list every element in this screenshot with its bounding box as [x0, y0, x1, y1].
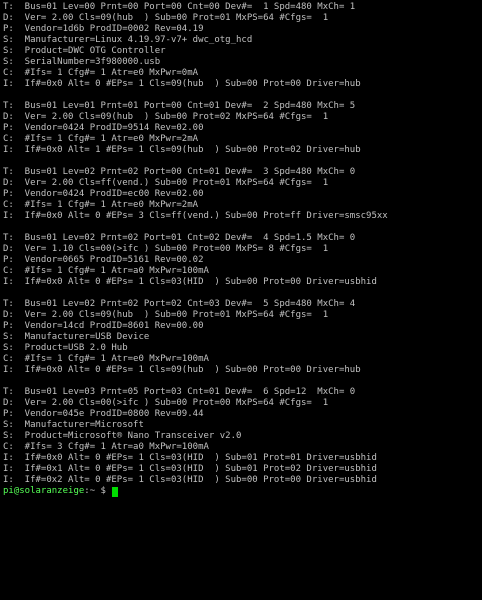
output-line: D: Ver= 2.00 Cls=09(hub ) Sub=00 Prot=01…	[3, 13, 329, 23]
output-line: S: Product=DWC OTG Controller	[3, 46, 166, 56]
output-line: S: Manufacturer=USB Device	[3, 332, 150, 342]
terminal-output: T: Bus=01 Lev=00 Prnt=00 Port=00 Cnt=00 …	[3, 2, 482, 486]
output-line: P: Vendor=0424 ProdID=9514 Rev=02.00	[3, 123, 204, 133]
output-line: I: If#=0x0 Alt= 0 #EPs= 3 Cls=ff(vend.) …	[3, 211, 388, 221]
output-line: S: Product=Microsoft® Nano Transceiver v…	[3, 431, 242, 441]
text-cursor	[112, 486, 119, 497]
output-line: P: Vendor=0665 ProdID=5161 Rev=00.02	[3, 255, 204, 265]
output-line: C: #Ifs= 3 Cfg#= 1 Atr=a0 MxPwr=100mA	[3, 442, 209, 452]
output-line: D: Ver= 2.00 Cls=ff(vend.) Sub=00 Prot=0…	[3, 178, 329, 188]
output-line: D: Ver= 2.00 Cls=09(hub ) Sub=00 Prot=02…	[3, 112, 329, 122]
output-line: C: #Ifs= 1 Cfg#= 1 Atr=a0 MxPwr=100mA	[3, 266, 209, 276]
terminal-window[interactable]: T: Bus=01 Lev=00 Prnt=00 Port=00 Cnt=00 …	[0, 0, 482, 600]
output-line: D: Ver= 1.10 Cls=00(>ifc ) Sub=00 Prot=0…	[3, 244, 329, 254]
output-line: S: SerialNumber=3f980000.usb	[3, 57, 161, 67]
output-line: C: #Ifs= 1 Cfg#= 1 Atr=e0 MxPwr=0mA	[3, 68, 199, 78]
output-line: I: If#=0x0 Alt= 0 #EPs= 1 Cls=03(HID ) S…	[3, 277, 377, 287]
output-line: P: Vendor=1d6b ProdID=0002 Rev=04.19	[3, 24, 204, 34]
command-prompt[interactable]: pi@solaranzeige:~ $	[3, 486, 482, 497]
output-line: I: If#=0x0 Alt= 0 #EPs= 1 Cls=09(hub ) S…	[3, 79, 361, 89]
output-line: P: Vendor=045e ProdID=0800 Rev=09.44	[3, 409, 204, 419]
output-line: T: Bus=01 Lev=01 Prnt=01 Port=00 Cnt=01 …	[3, 101, 356, 111]
prompt-user-host: pi@solaranzeige	[3, 486, 85, 496]
output-line: I: If#=0x0 Alt= 0 #EPs= 1 Cls=03(HID ) S…	[3, 453, 377, 463]
output-line: I: If#=0x1 Alt= 0 #EPs= 1 Cls=03(HID ) S…	[3, 464, 377, 474]
output-line: T: Bus=01 Lev=02 Prnt=02 Port=00 Cnt=01 …	[3, 167, 356, 177]
output-line: T: Bus=01 Lev=02 Prnt=02 Port=01 Cnt=02 …	[3, 233, 356, 243]
output-line: T: Bus=01 Lev=03 Prnt=05 Port=03 Cnt=01 …	[3, 387, 356, 397]
output-line: P: Vendor=0424 ProdID=ec00 Rev=02.00	[3, 189, 204, 199]
output-line: T: Bus=01 Lev=00 Prnt=00 Port=00 Cnt=00 …	[3, 2, 356, 12]
output-line: I: If#=0x0 Alt= 1 #EPs= 1 Cls=09(hub ) S…	[3, 145, 361, 155]
output-line: C: #Ifs= 1 Cfg#= 1 Atr=e0 MxPwr=2mA	[3, 134, 199, 144]
output-line: C: #Ifs= 1 Cfg#= 1 Atr=e0 MxPwr=2mA	[3, 200, 199, 210]
output-line: P: Vendor=14cd ProdID=8601 Rev=00.00	[3, 321, 204, 331]
output-line: I: If#=0x0 Alt= 0 #EPs= 1 Cls=09(hub ) S…	[3, 365, 361, 375]
prompt-path: :~ $	[84, 486, 112, 496]
output-line: S: Manufacturer=Linux 4.19.97-v7+ dwc_ot…	[3, 35, 253, 45]
output-line: C: #Ifs= 1 Cfg#= 1 Atr=e0 MxPwr=100mA	[3, 354, 209, 364]
output-line: S: Manufacturer=Microsoft	[3, 420, 144, 430]
output-line: I: If#=0x2 Alt= 0 #EPs= 1 Cls=03(HID ) S…	[3, 475, 377, 485]
output-line: S: Product=USB 2.0 Hub	[3, 343, 128, 353]
output-line: D: Ver= 2.00 Cls=09(hub ) Sub=00 Prot=01…	[3, 310, 329, 320]
output-line: T: Bus=01 Lev=02 Prnt=02 Port=02 Cnt=03 …	[3, 299, 356, 309]
output-line: D: Ver= 2.00 Cls=00(>ifc ) Sub=00 Prot=0…	[3, 398, 329, 408]
